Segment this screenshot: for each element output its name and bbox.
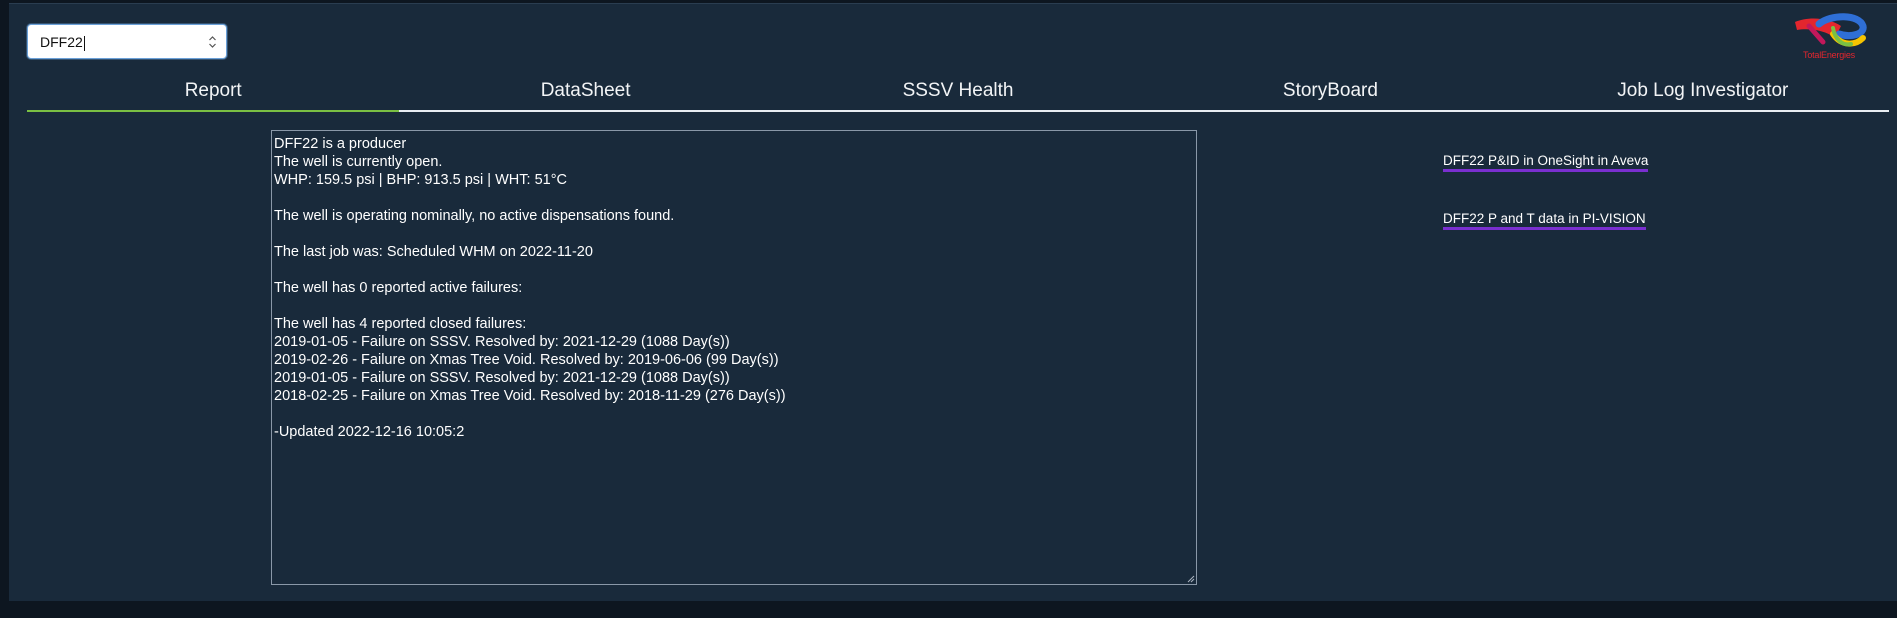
brand-logo: TotalEnergies [1789, 12, 1869, 64]
tab-report[interactable]: Report [27, 72, 400, 112]
report-line: The last job was: Scheduled WHM on 2022-… [274, 244, 593, 260]
report-line: The well is currently open. [274, 154, 443, 170]
report-line: DFF22 is a producer [274, 136, 407, 152]
logo-wordmark: TotalEnergies [1803, 50, 1855, 60]
pid-onesight-link[interactable]: DFF22 P&ID in OneSight in Aveva [1443, 153, 1649, 172]
report-line [274, 297, 1194, 315]
tab-storyboard[interactable]: StoryBoard [1144, 72, 1516, 110]
report-line: The well has 4 reported closed failures: [274, 316, 527, 332]
well-select-value: DFF22 [40, 34, 85, 51]
tab-sssv-health[interactable]: SSSV Health [772, 72, 1144, 110]
tab-datasheet[interactable]: DataSheet [399, 72, 771, 110]
report-line [274, 261, 1194, 279]
report-line [274, 405, 1194, 423]
report-line: The well is operating nominally, no acti… [274, 208, 675, 224]
report-line: 2019-01-05 - Failure on SSSV. Resolved b… [274, 370, 730, 386]
pi-vision-link[interactable]: DFF22 P and T data in PI-VISION [1443, 211, 1646, 230]
resize-grip-icon[interactable] [1186, 574, 1195, 583]
app-panel: DFF22 TotalEnergies Report DataSheet SSS… [9, 3, 1897, 601]
report-line: 2019-02-26 - Failure on Xmas Tree Void. … [274, 352, 779, 368]
well-select-input[interactable]: DFF22 [27, 24, 227, 59]
main-tabs: Report DataSheet SSSV Health StoryBoard … [27, 72, 1889, 112]
report-line: WHP: 159.5 psi | BHP: 913.5 psi | WHT: 5… [274, 172, 567, 188]
report-line: The well has 0 reported active failures: [274, 280, 523, 296]
report-line [274, 225, 1194, 243]
select-arrows-icon[interactable] [208, 34, 217, 50]
report-line [274, 189, 1194, 207]
report-textarea[interactable]: DFF22 is a producer The well is currently… [271, 130, 1197, 585]
report-line: 2019-01-05 - Failure on SSSV. Resolved b… [274, 334, 730, 350]
totalenergies-logo-icon [1795, 13, 1867, 47]
tab-job-log-investigator[interactable]: Job Log Investigator [1517, 72, 1889, 110]
report-line: 2018-02-25 - Failure on Xmas Tree Void. … [274, 388, 786, 404]
report-line: -Updated 2022-12-16 10:05:2 [274, 424, 465, 440]
